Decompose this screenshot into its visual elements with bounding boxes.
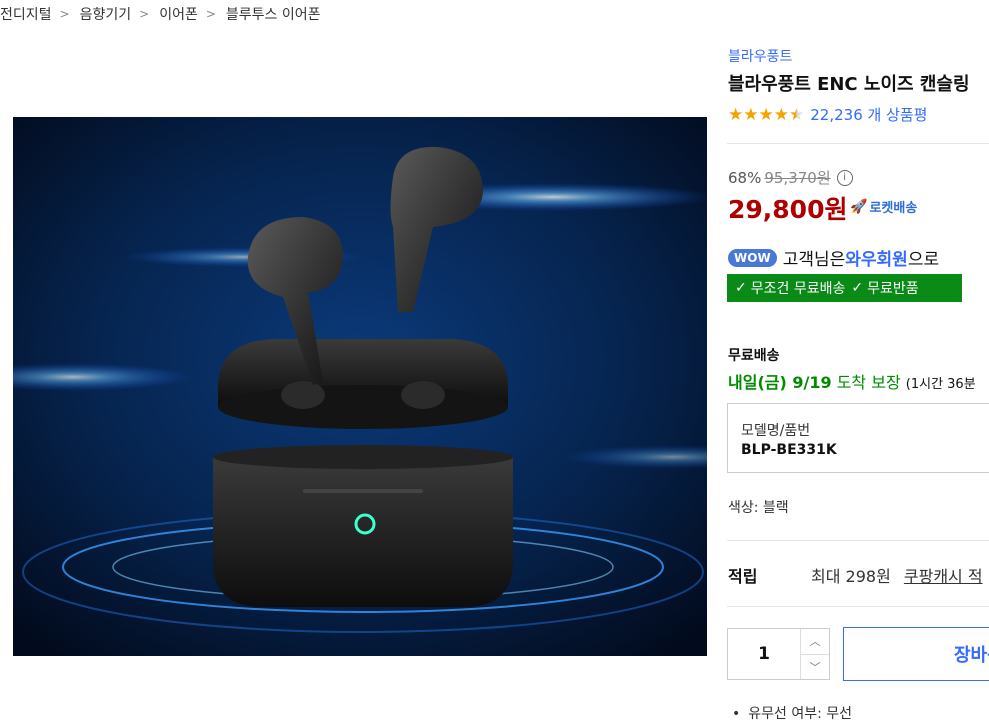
wow-row: WOW 고객님은 와우회원 으로 <box>728 245 939 270</box>
free-shipping-banner: ✓ 무조건 무료배송 ✓ 무료반품 <box>727 274 962 302</box>
wow-member-link[interactable]: 와우회원 <box>845 245 908 270</box>
spec-item: • 유무선 여부: 무선 <box>732 703 852 723</box>
wow-badge: WOW <box>728 248 777 267</box>
star-icon: ★ <box>728 104 744 125</box>
coupang-cash-link[interactable]: 쿠팡캐시 적 <box>904 567 983 586</box>
delivery-info: 내일(금) 9/19 도착 보장 (1시간 36분 <box>728 369 976 393</box>
quantity-stepper[interactable]: 1 ︿ ﹀ <box>727 628 830 680</box>
rating-row: ★ ★ ★ ★ ★ 22,236 개 상품평 <box>728 104 927 125</box>
wow-text-after: 으로 <box>907 250 940 270</box>
original-price: 95,370원 <box>764 169 831 187</box>
breadcrumb-item-audio[interactable]: 음향기기 <box>80 4 132 24</box>
model-info-box: 모델명/품번 BLP-BE331K <box>727 403 989 473</box>
chevron-down-icon[interactable]: ﹀ <box>801 655 829 680</box>
rating-stars: ★ ★ ★ ★ ★ <box>728 106 804 124</box>
breadcrumb: 전디지털 > 음향기기 > 이어폰 > 블루투스 이어폰 <box>0 4 329 24</box>
divider <box>727 143 989 144</box>
points-info: 최대 298원 쿠팡캐시 적 <box>811 563 983 587</box>
star-icon: ★ <box>758 104 774 125</box>
free-return-text: 무료반품 <box>867 281 919 297</box>
model-label: 모델명/품번 <box>741 423 811 439</box>
points-label: 적립 <box>728 567 758 586</box>
model-value: BLP-BE331K <box>741 442 837 458</box>
add-to-cart-button[interactable]: 장바구니 <box>843 627 989 681</box>
bullet-icon: • <box>732 706 741 722</box>
points-amount: 최대 298원 <box>811 567 891 586</box>
free-shipping-text: 무조건 무료배송 <box>750 281 846 297</box>
rocket-label: 로켓배송 <box>869 201 918 216</box>
quantity-arrows: ︿ ﹀ <box>800 629 829 679</box>
sale-price: 29,800원 <box>728 195 848 224</box>
star-icon: ★ <box>773 104 789 125</box>
chevron-right-icon: > <box>205 7 216 21</box>
check-icon: ✓ <box>735 280 747 296</box>
breadcrumb-item-digital[interactable]: 전디지털 <box>0 4 52 24</box>
product-image[interactable] <box>13 117 707 656</box>
star-icon: ★ <box>743 104 759 125</box>
earbuds-photo <box>13 117 707 656</box>
rocket-icon: 🚀 <box>850 198 868 215</box>
quantity-input[interactable]: 1 <box>728 629 800 679</box>
check-icon: ✓ <box>851 280 864 296</box>
brand-link[interactable]: 블라우풍트 <box>728 46 792 66</box>
delivery-note: (1시간 36분 <box>905 377 976 392</box>
arrival-date: 내일(금) 9/19 <box>728 373 832 392</box>
divider <box>727 540 989 541</box>
breadcrumb-item-bluetooth-earphone[interactable]: 블루투스 이어폰 <box>226 4 321 24</box>
info-icon[interactable]: i <box>836 169 853 186</box>
shipping-label: 무료배송 <box>728 348 780 364</box>
discount-row: 68% 95,370원 i <box>728 167 853 188</box>
product-title: 블라우풍트 ENC 노이즈 캔슬링 <box>728 74 970 95</box>
wow-text-before: 고객님은 <box>782 250 846 270</box>
arrival-guarantee: 도착 보장 <box>836 373 901 392</box>
rocket-delivery-badge: 🚀 로켓배송 <box>850 197 918 217</box>
discount-rate: 68% <box>728 168 762 187</box>
divider <box>727 606 989 607</box>
chevron-up-icon[interactable]: ︿ <box>801 629 829 655</box>
spec-text: 유무선 여부: 무선 <box>748 706 853 722</box>
color-option: 색상: 블랙 <box>728 500 789 516</box>
chevron-right-icon: > <box>139 7 150 21</box>
breadcrumb-item-earphone[interactable]: 이어폰 <box>159 4 198 24</box>
star-half-icon: ★ <box>789 104 805 125</box>
review-count-link[interactable]: 22,236 개 상품평 <box>810 104 927 125</box>
chevron-right-icon: > <box>59 7 70 21</box>
